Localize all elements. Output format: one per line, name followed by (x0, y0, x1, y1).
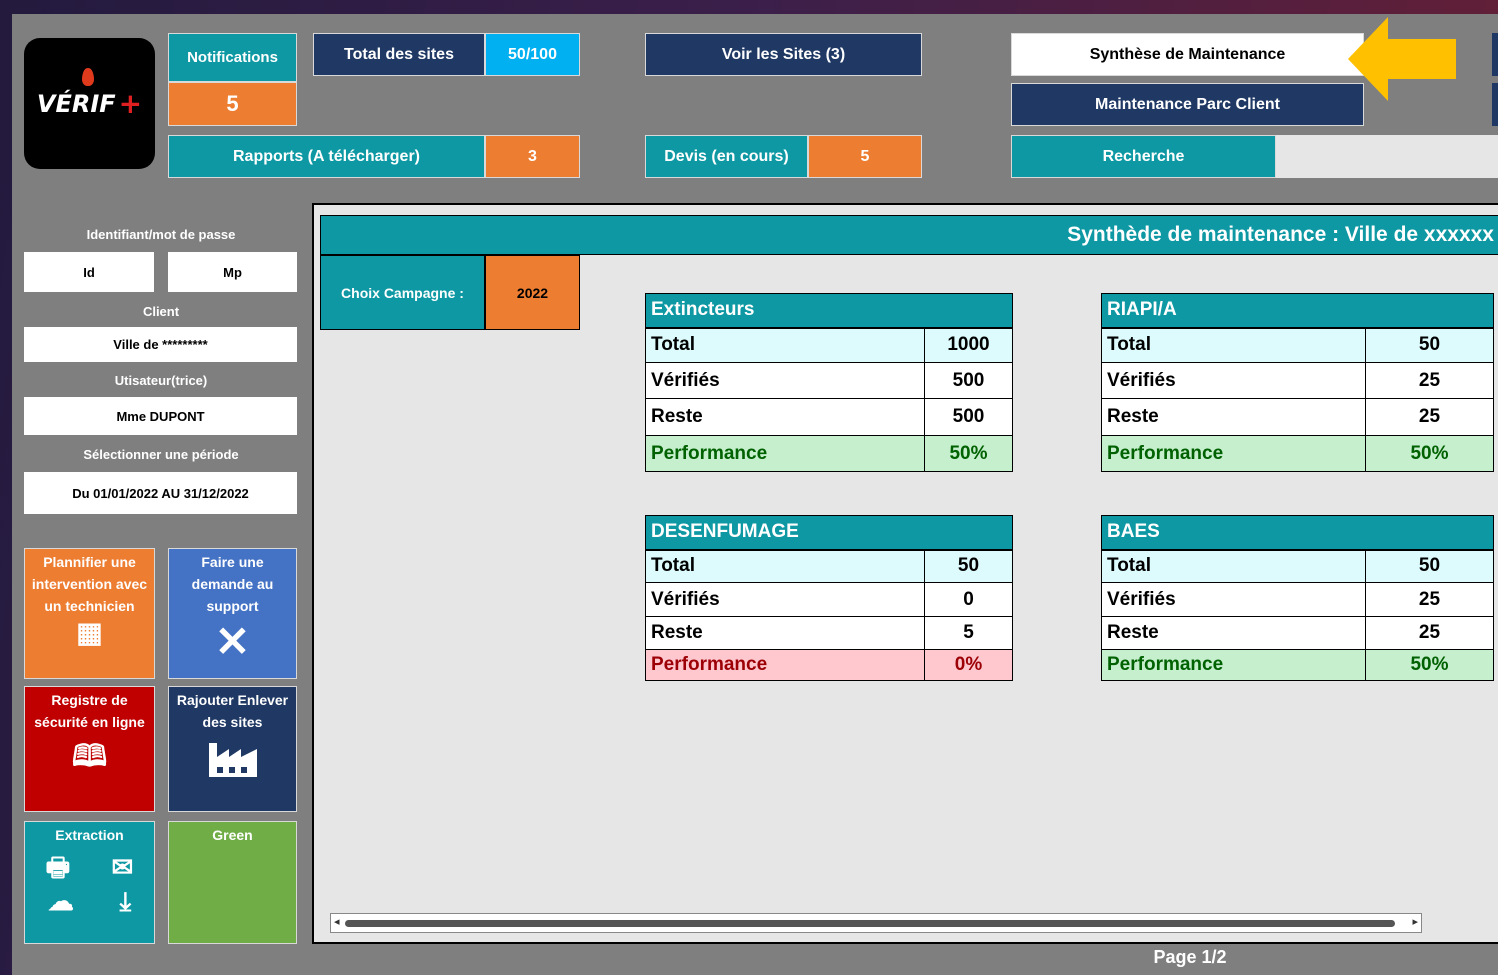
plan-intervention-tile[interactable]: Plannifier une intervention avec un tech… (24, 548, 155, 679)
extincteurs-table: Extincteurs Total 1000 Vérifiés 500 Reste 5… (645, 293, 1013, 472)
registre-tile[interactable]: Registre de sécurité en ligne 🕮 (24, 686, 155, 812)
table-title: Extincteurs (645, 293, 1013, 329)
printer-icon[interactable]: 🖶 (46, 850, 71, 884)
row-value: 25 (1365, 582, 1494, 617)
scroll-right-icon[interactable]: ▸ (1412, 915, 1418, 928)
row-value: 50% (1365, 435, 1494, 472)
row-label: Performance (645, 649, 925, 681)
devis-button[interactable]: Devis (en cours) (645, 135, 808, 178)
row-label: Vérifiés (645, 362, 925, 399)
row-label: Reste (1101, 616, 1366, 650)
period-label: Sélectionner une période (83, 446, 239, 462)
verif-logo: VÉRIF + (24, 38, 155, 169)
calendar-icon: ▦ (76, 617, 103, 648)
total-sites-label: Total des sites (313, 33, 485, 76)
rapports-count[interactable]: 3 (485, 135, 580, 178)
tools-icon: ✕ (214, 618, 251, 665)
client-label: Client (142, 303, 180, 319)
row-label: Total (1101, 327, 1366, 363)
row-label: Total (645, 327, 925, 363)
riapi-table: RIAPI/A Total 50 Vérifiés 25 Reste 25 Perfo… (1101, 293, 1494, 472)
recherche-input[interactable] (1276, 135, 1498, 178)
desenfumage-table: DESENFUMAGE Total 50 Vérifiés 0 Reste 5 Per… (645, 515, 1013, 681)
row-label: Performance (1101, 435, 1366, 472)
page-indicator: Page 1/2 (1153, 947, 1227, 967)
row-label: Vérifiés (1101, 582, 1366, 617)
rapports-button[interactable]: Rapports (A télécharger) (168, 135, 485, 178)
factory-icon (208, 743, 257, 777)
notifications-count[interactable]: 5 (168, 82, 297, 126)
row-value: 500 (924, 398, 1013, 436)
support-label: Faire une demande au support (191, 554, 274, 614)
row-label: Vérifiés (645, 582, 925, 617)
table-title: BAES (1101, 515, 1494, 551)
row-value: 25 (1365, 362, 1494, 399)
green-label: Green (212, 827, 253, 843)
sites-tile[interactable]: Rajouter Enlever des sites (168, 686, 297, 812)
id-field[interactable]: Id (24, 252, 154, 292)
notifications-button[interactable]: Notifications (168, 33, 297, 82)
green-tile[interactable]: Green (168, 821, 297, 944)
row-value: 0 (924, 582, 1013, 617)
mail-icon[interactable]: ✉ (112, 850, 134, 884)
row-value: 25 (1365, 616, 1494, 650)
row-label: Reste (645, 398, 925, 436)
row-label: Total (1101, 549, 1366, 583)
table-title: DESENFUMAGE (645, 515, 1013, 551)
book-icon: 🕮 (71, 740, 108, 773)
client-field[interactable]: Ville de ********* (24, 327, 297, 362)
sites-label: Rajouter Enlever des sites (176, 692, 289, 730)
row-label: Performance (645, 435, 925, 472)
total-sites-value: 50/100 (485, 33, 580, 76)
scroll-left-icon[interactable]: ◂ (334, 915, 340, 928)
user-field[interactable]: Mme DUPONT (24, 397, 297, 435)
scroll-thumb[interactable] (345, 920, 1395, 927)
login-label: Identifiant/mot de passe (86, 226, 236, 242)
cloud-sync-icon[interactable]: ☁ (48, 884, 74, 918)
row-value: 0% (924, 649, 1013, 681)
arrow-left-icon (1348, 17, 1456, 101)
logo-plus: + (118, 87, 143, 120)
extraction-tile[interactable]: Extraction 🖶 ✉ ☁ ⤓ (24, 821, 155, 944)
row-label: Vérifiés (1101, 362, 1366, 399)
synthese-maintenance-button[interactable]: Synthèse de Maintenance (1011, 33, 1364, 76)
row-label: Reste (645, 616, 925, 650)
recherche-button[interactable]: Recherche (1011, 135, 1276, 178)
row-value: 5 (924, 616, 1013, 650)
table-title: RIAPI/A (1101, 293, 1494, 329)
row-label: Reste (1101, 398, 1366, 436)
flame-icon (82, 68, 94, 86)
offscreen-button-top[interactable] (1492, 33, 1498, 76)
campaign-select[interactable]: 2022 (485, 255, 580, 330)
download-icon[interactable]: ⤓ (120, 884, 132, 918)
user-label: Utisateur(trice) (114, 372, 208, 388)
support-tile[interactable]: Faire une demande au support ✕ (168, 548, 297, 679)
row-value: 50% (924, 435, 1013, 472)
row-value: 1000 (924, 327, 1013, 363)
devis-count[interactable]: 5 (808, 135, 922, 178)
row-value: 50% (1365, 649, 1494, 681)
row-label: Total (645, 549, 925, 583)
period-field[interactable]: Du 01/01/2022 AU 31/12/2022 (24, 472, 297, 514)
row-value: 500 (924, 362, 1013, 399)
baes-table: BAES Total 50 Vérifiés 25 Reste 25 Performa… (1101, 515, 1494, 681)
extraction-label: Extraction (55, 827, 124, 843)
row-label: Performance (1101, 649, 1366, 681)
campaign-label: Choix Campagne : (320, 255, 485, 330)
maintenance-parc-client-button[interactable]: Maintenance Parc Client (1011, 83, 1364, 126)
row-value: 50 (924, 549, 1013, 583)
horizontal-scrollbar[interactable]: ◂ ▸ (330, 913, 1422, 933)
registre-label: Registre de sécurité en ligne (34, 692, 145, 730)
row-value: 50 (1365, 327, 1494, 363)
maintenance-sheet: Synthède de maintenance : Ville de xxxxx… (312, 203, 1498, 944)
sheet-banner: Synthède de maintenance : Ville de xxxxx… (320, 215, 1498, 255)
password-field[interactable]: Mp (168, 252, 297, 292)
row-value: 25 (1365, 398, 1494, 436)
voir-sites-button[interactable]: Voir les Sites (3) (645, 33, 922, 76)
plan-intervention-label: Plannifier une intervention avec un tech… (31, 554, 148, 614)
logo-text: VÉRIF (36, 89, 116, 118)
row-value: 50 (1365, 549, 1494, 583)
offscreen-button-bottom[interactable] (1492, 83, 1498, 126)
